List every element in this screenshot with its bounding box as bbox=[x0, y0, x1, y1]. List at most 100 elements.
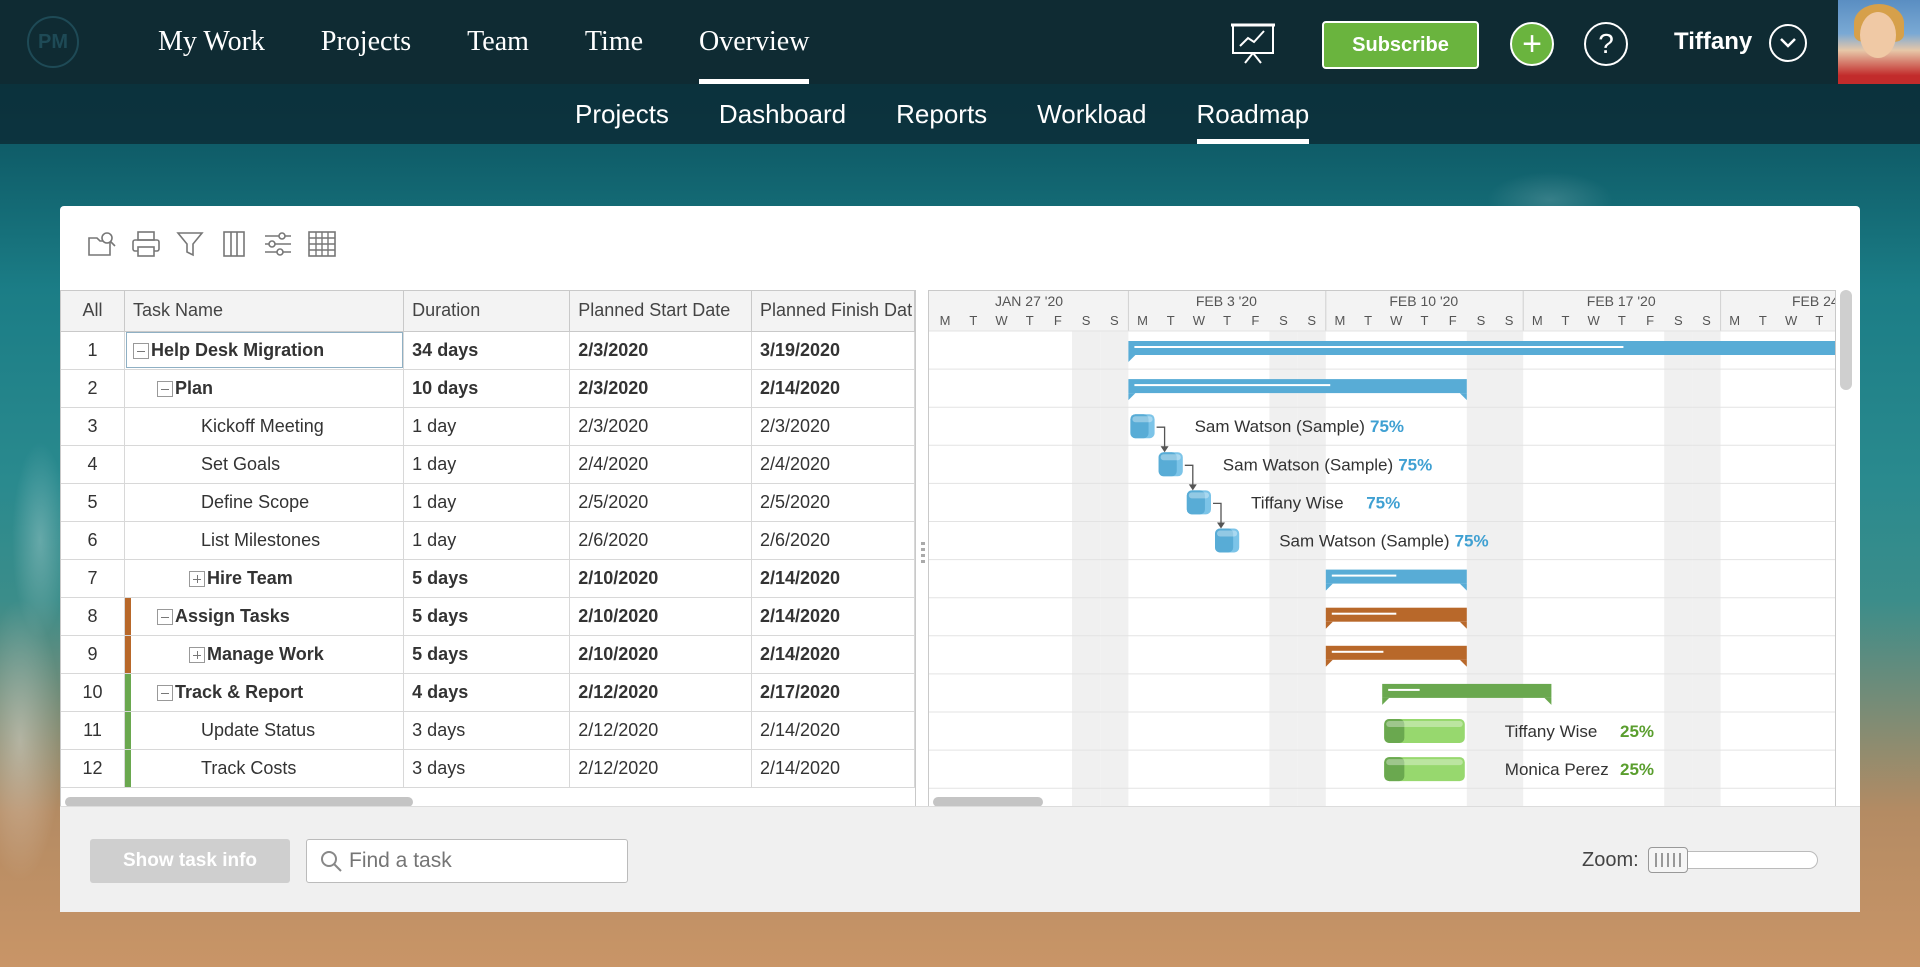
finish-date-cell[interactable]: 3/19/2020 bbox=[751, 331, 915, 370]
find-task-input[interactable] bbox=[349, 849, 619, 873]
start-date-cell[interactable]: 2/10/2020 bbox=[569, 597, 752, 636]
start-date-cell[interactable]: 2/3/2020 bbox=[569, 331, 752, 370]
show-task-info-button[interactable]: Show task info bbox=[90, 839, 290, 883]
expand-icon[interactable] bbox=[189, 646, 206, 663]
task-name-cell[interactable]: Update Status bbox=[124, 711, 405, 750]
row-number[interactable]: 8 bbox=[61, 597, 126, 636]
duration-cell[interactable]: 1 day bbox=[403, 445, 571, 484]
nav-overview[interactable]: Overview bbox=[671, 0, 837, 84]
finish-date-cell[interactable]: 2/14/2020 bbox=[751, 559, 915, 598]
finish-date-cell[interactable]: 2/6/2020 bbox=[751, 521, 915, 560]
column-header-task-name[interactable]: Task Name bbox=[124, 291, 405, 332]
duration-cell[interactable]: 5 days bbox=[403, 635, 571, 674]
start-date-cell[interactable]: 2/3/2020 bbox=[569, 369, 752, 408]
duration-cell[interactable]: 3 days bbox=[403, 711, 571, 750]
collapse-icon[interactable] bbox=[133, 342, 150, 359]
import-icon[interactable] bbox=[86, 228, 118, 260]
row-number[interactable]: 2 bbox=[61, 369, 126, 408]
duration-cell[interactable]: 3 days bbox=[403, 749, 571, 788]
row-number[interactable]: 9 bbox=[61, 635, 126, 674]
task-name-cell[interactable]: Kickoff Meeting bbox=[124, 407, 405, 446]
settings-sliders-icon[interactable] bbox=[262, 228, 294, 260]
finish-date-cell[interactable]: 2/17/2020 bbox=[751, 673, 915, 712]
row-number[interactable]: 12 bbox=[61, 749, 126, 788]
duration-cell[interactable]: 1 day bbox=[403, 483, 571, 522]
start-date-cell[interactable]: 2/10/2020 bbox=[569, 559, 752, 598]
row-number[interactable]: 11 bbox=[61, 711, 126, 750]
table-row[interactable]: 5 Define Scope 1 day 2/5/2020 2/5/2020 bbox=[61, 483, 915, 522]
table-row[interactable]: 12 Track Costs 3 days 2/12/2020 2/14/2020 bbox=[61, 749, 915, 788]
finish-date-cell[interactable]: 2/14/2020 bbox=[751, 597, 915, 636]
avatar[interactable] bbox=[1838, 0, 1920, 84]
row-number[interactable]: 10 bbox=[61, 673, 126, 712]
table-row[interactable]: 11 Update Status 3 days 2/12/2020 2/14/2020 bbox=[61, 711, 915, 750]
collapse-icon[interactable] bbox=[157, 684, 174, 701]
start-date-cell[interactable]: 2/12/2020 bbox=[569, 749, 752, 788]
duration-cell[interactable]: 1 day bbox=[403, 521, 571, 560]
user-name[interactable]: Tiffany bbox=[1674, 28, 1752, 56]
task-name-cell[interactable]: Plan bbox=[124, 369, 405, 408]
row-number[interactable]: 5 bbox=[61, 483, 126, 522]
collapse-icon[interactable] bbox=[157, 380, 174, 397]
add-plus-icon[interactable]: + bbox=[1510, 22, 1554, 66]
table-row[interactable]: 10 Track & Report 4 days 2/12/2020 2/17/2020 bbox=[61, 673, 915, 712]
table-row[interactable]: 3 Kickoff Meeting 1 day 2/3/2020 2/3/2020 bbox=[61, 407, 915, 446]
expand-icon[interactable] bbox=[189, 570, 206, 587]
filter-icon[interactable] bbox=[174, 228, 206, 260]
start-date-cell[interactable]: 2/12/2020 bbox=[569, 711, 752, 750]
finish-date-cell[interactable]: 2/14/2020 bbox=[751, 711, 915, 750]
task-name-cell[interactable]: Track & Report bbox=[124, 673, 405, 712]
finish-date-cell[interactable]: 2/5/2020 bbox=[751, 483, 915, 522]
subnav-projects[interactable]: Projects bbox=[550, 84, 694, 144]
duration-cell[interactable]: 34 days bbox=[403, 331, 571, 370]
help-icon[interactable]: ? bbox=[1584, 22, 1628, 66]
column-header-duration[interactable]: Duration bbox=[403, 291, 571, 332]
finish-date-cell[interactable]: 2/14/2020 bbox=[751, 635, 915, 674]
task-name-cell[interactable]: Set Goals bbox=[124, 445, 405, 484]
task-name-cell[interactable]: Track Costs bbox=[124, 749, 405, 788]
presentation-chart-icon[interactable] bbox=[1230, 20, 1276, 66]
table-row[interactable]: 2 Plan 10 days 2/3/2020 2/14/2020 bbox=[61, 369, 915, 408]
duration-cell[interactable]: 1 day bbox=[403, 407, 571, 446]
row-number[interactable]: 1 bbox=[61, 331, 126, 370]
finish-date-cell[interactable]: 2/14/2020 bbox=[751, 749, 915, 788]
row-number[interactable]: 4 bbox=[61, 445, 126, 484]
start-date-cell[interactable]: 2/12/2020 bbox=[569, 673, 752, 712]
zoom-slider-handle[interactable] bbox=[1648, 847, 1688, 873]
grid-table-icon[interactable] bbox=[306, 228, 338, 260]
table-row[interactable]: 4 Set Goals 1 day 2/4/2020 2/4/2020 bbox=[61, 445, 915, 484]
subnav-workload[interactable]: Workload bbox=[1012, 84, 1171, 144]
table-row[interactable]: 7 Hire Team 5 days 2/10/2020 2/14/2020 bbox=[61, 559, 915, 598]
start-date-cell[interactable]: 2/4/2020 bbox=[569, 445, 752, 484]
task-name-cell[interactable]: Hire Team bbox=[124, 559, 405, 598]
task-name-cell[interactable]: Manage Work bbox=[124, 635, 405, 674]
task-name-cell[interactable]: Help Desk Migration bbox=[124, 331, 405, 370]
task-name-cell[interactable]: Define Scope bbox=[124, 483, 405, 522]
row-number[interactable]: 7 bbox=[61, 559, 126, 598]
finish-date-cell[interactable]: 2/4/2020 bbox=[751, 445, 915, 484]
table-row[interactable]: 8 Assign Tasks 5 days 2/10/2020 2/14/2020 bbox=[61, 597, 915, 636]
nav-team[interactable]: Team bbox=[439, 0, 557, 84]
collapse-icon[interactable] bbox=[157, 608, 174, 625]
row-number[interactable]: 6 bbox=[61, 521, 126, 560]
app-logo[interactable]: PM bbox=[27, 16, 79, 68]
task-name-cell[interactable]: Assign Tasks bbox=[124, 597, 405, 636]
start-date-cell[interactable]: 2/10/2020 bbox=[569, 635, 752, 674]
column-header-planned-finish[interactable]: Planned Finish Dat bbox=[751, 291, 915, 332]
finish-date-cell[interactable]: 2/14/2020 bbox=[751, 369, 915, 408]
duration-cell[interactable]: 5 days bbox=[403, 559, 571, 598]
task-name-cell[interactable]: List Milestones bbox=[124, 521, 405, 560]
start-date-cell[interactable]: 2/3/2020 bbox=[569, 407, 752, 446]
gantt-vertical-scrollbar[interactable] bbox=[1840, 290, 1852, 390]
column-header-planned-start[interactable]: Planned Start Date bbox=[569, 291, 752, 332]
table-row[interactable]: 6 List Milestones 1 day 2/6/2020 2/6/2020 bbox=[61, 521, 915, 560]
start-date-cell[interactable]: 2/6/2020 bbox=[569, 521, 752, 560]
subscribe-button[interactable]: Subscribe bbox=[1322, 21, 1479, 69]
table-row[interactable]: 9 Manage Work 5 days 2/10/2020 2/14/2020 bbox=[61, 635, 915, 674]
duration-cell[interactable]: 5 days bbox=[403, 597, 571, 636]
duration-cell[interactable]: 10 days bbox=[403, 369, 571, 408]
start-date-cell[interactable]: 2/5/2020 bbox=[569, 483, 752, 522]
subnav-dashboard[interactable]: Dashboard bbox=[694, 84, 871, 144]
chevron-down-icon[interactable] bbox=[1769, 24, 1807, 62]
columns-icon[interactable] bbox=[218, 228, 250, 260]
